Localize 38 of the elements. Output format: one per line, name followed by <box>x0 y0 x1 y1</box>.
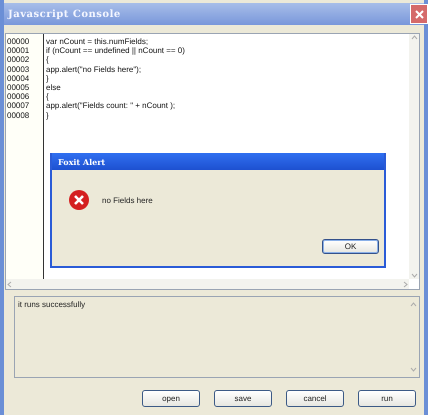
scroll-down-icon[interactable] <box>410 366 417 373</box>
close-button[interactable] <box>410 4 428 24</box>
action-button[interactable]: run <box>358 390 416 407</box>
line-number: 00005 <box>7 83 30 92</box>
alert-message: no Fields here <box>102 196 153 204</box>
code-line: } <box>46 110 50 120</box>
code-line: var nCount = this.numFields; <box>46 37 150 46</box>
action-button[interactable]: open <box>142 390 200 407</box>
dialog-title: Foxit Alert <box>58 156 106 166</box>
line-number: 00007 <box>7 101 30 111</box>
scroll-up-icon[interactable] <box>410 301 417 308</box>
horizontal-scrollbar[interactable] <box>6 279 409 289</box>
ok-button[interactable]: OK <box>322 239 379 254</box>
line-number: 00003 <box>7 64 30 74</box>
scroll-left-icon[interactable] <box>6 280 13 288</box>
window-title: Javascript Console <box>8 8 121 20</box>
code-line: { <box>46 92 50 102</box>
scroll-right-icon[interactable] <box>402 280 409 288</box>
error-icon <box>68 189 90 211</box>
line-number: 00000 <box>7 37 30 46</box>
line-number: 00004 <box>7 74 30 84</box>
output-text: it runs successfully <box>17 299 86 311</box>
code-line: else <box>46 83 62 92</box>
code-line: app.alert("no Fields here"); <box>46 64 142 74</box>
line-number: 00008 <box>7 110 30 120</box>
line-number: 00001 <box>7 46 30 56</box>
line-number: 00002 <box>7 55 30 65</box>
code-line: } <box>46 74 49 84</box>
scroll-down-icon[interactable] <box>410 272 418 279</box>
scroll-up-icon[interactable] <box>410 34 418 41</box>
code-line: if (nCount == undefined || nCount == 0) <box>46 46 186 56</box>
vertical-scrollbar[interactable] <box>409 34 419 279</box>
code-line: { <box>46 55 50 65</box>
action-button[interactable]: save <box>214 390 272 407</box>
action-button[interactable]: cancel <box>286 390 344 407</box>
code-line: app.alert("Fields count: " + nCount ); <box>46 101 176 111</box>
line-number: 00006 <box>7 92 30 102</box>
close-icon <box>414 10 424 18</box>
